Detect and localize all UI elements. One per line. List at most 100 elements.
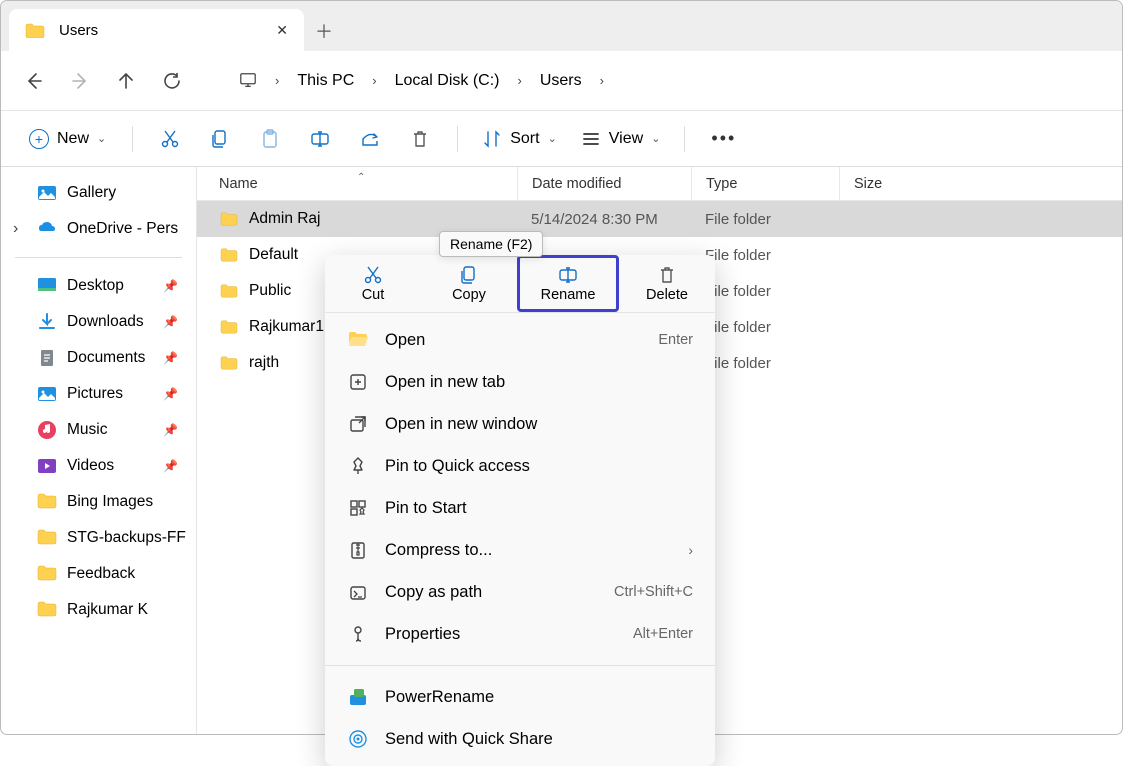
sidebar-item[interactable]: Downloads📌 — [1, 304, 196, 340]
rename-button[interactable] — [299, 118, 341, 160]
context-copy-button[interactable]: Copy — [421, 255, 517, 312]
pin-start-icon — [347, 497, 369, 519]
menu-item-folder-open[interactable]: OpenEnter — [325, 319, 715, 361]
navbar: › This PC › Local Disk (C:) › Users › — [1, 51, 1122, 111]
sidebar: GalleryOneDrive - Pers Desktop📌Downloads📌… — [1, 167, 197, 734]
new-tab-icon — [347, 371, 369, 393]
folder-open-icon — [347, 329, 369, 351]
folder-icon — [219, 355, 239, 371]
delete-button[interactable] — [399, 118, 441, 160]
chevron-icon[interactable]: › — [594, 73, 610, 88]
folder-icon — [37, 600, 57, 620]
onedrive-icon — [37, 219, 57, 239]
pin-icon: 📌 — [163, 423, 178, 437]
menu-item-compress[interactable]: Compress to...› — [325, 529, 715, 571]
address-bar[interactable]: › This PC › Local Disk (C:) › Users › — [237, 66, 610, 96]
this-pc-icon — [237, 72, 259, 90]
pin-icon: 📌 — [163, 351, 178, 365]
file-row[interactable]: Admin Raj5/14/2024 8:30 PMFile folder — [197, 201, 1122, 237]
copy-button[interactable] — [199, 118, 241, 160]
refresh-button[interactable] — [151, 60, 193, 102]
folder-icon — [219, 247, 239, 263]
folder-icon — [219, 211, 239, 227]
menu-item-properties[interactable]: PropertiesAlt+Enter — [325, 613, 715, 655]
folder-icon — [25, 22, 45, 38]
menu-item-quickshare[interactable]: Send with Quick Share — [325, 718, 715, 760]
sidebar-item[interactable]: Gallery — [1, 175, 196, 211]
menu-item-new-tab[interactable]: Open in new tab — [325, 361, 715, 403]
folder-icon — [37, 528, 57, 548]
column-headers: Name⌃ Date modified Type Size — [197, 167, 1122, 201]
sidebar-item[interactable]: Music📌 — [1, 412, 196, 448]
view-button[interactable]: View ⌄ — [573, 123, 669, 155]
copy-path-icon — [347, 581, 369, 603]
pin-icon — [347, 455, 369, 477]
context-delete-button[interactable]: Delete — [619, 255, 715, 312]
menu-item-pin-start[interactable]: Pin to Start — [325, 487, 715, 529]
sidebar-item[interactable]: Documents📌 — [1, 340, 196, 376]
toolbar: + New ⌄ Sort ⌄ View ⌄ ••• — [1, 111, 1122, 167]
paste-button[interactable] — [249, 118, 291, 160]
menu-item-powerrename[interactable]: PowerRename — [325, 676, 715, 718]
new-tab-button[interactable]: ＋ — [304, 11, 344, 51]
music-icon — [37, 420, 57, 440]
sidebar-item[interactable]: Bing Images — [1, 484, 196, 520]
context-menu: CutCopyRenameDelete OpenEnterOpen in new… — [325, 255, 715, 766]
gallery-icon — [37, 183, 57, 203]
new-window-icon — [347, 413, 369, 435]
pin-icon: 📌 — [163, 315, 178, 329]
sort-indicator-icon: ⌃ — [357, 172, 365, 183]
sort-button[interactable]: Sort ⌄ — [474, 123, 565, 155]
menu-item-new-window[interactable]: Open in new window — [325, 403, 715, 445]
sidebar-item[interactable]: Feedback — [1, 556, 196, 592]
sidebar-item[interactable]: Desktop📌 — [1, 268, 196, 304]
sidebar-item[interactable]: Rajkumar K — [1, 592, 196, 628]
more-button[interactable]: ••• — [701, 128, 746, 149]
pin-icon: 📌 — [163, 459, 178, 473]
folder-icon — [37, 564, 57, 584]
column-name[interactable]: Name⌃ — [197, 176, 517, 192]
share-button[interactable] — [349, 118, 391, 160]
context-rename-button[interactable]: Rename — [517, 255, 619, 312]
chevron-icon[interactable]: › — [366, 73, 382, 88]
menu-item-pin[interactable]: Pin to Quick access — [325, 445, 715, 487]
cut-button[interactable] — [149, 118, 191, 160]
breadcrumb-segment[interactable]: Users — [532, 66, 590, 96]
videos-icon — [37, 456, 57, 476]
pictures-icon — [37, 384, 57, 404]
back-button[interactable] — [13, 60, 55, 102]
up-button[interactable] — [105, 60, 147, 102]
chevron-down-icon: ⌄ — [548, 132, 557, 145]
forward-button[interactable] — [59, 60, 101, 102]
chevron-icon[interactable]: › — [269, 73, 285, 88]
pin-icon: 📌 — [163, 387, 178, 401]
sidebar-item[interactable]: STG-backups-FF — [1, 520, 196, 556]
properties-icon — [347, 623, 369, 645]
column-type[interactable]: Type — [691, 167, 839, 200]
downloads-icon — [37, 312, 57, 332]
desktop-icon — [37, 276, 57, 296]
sidebar-item[interactable]: Pictures📌 — [1, 376, 196, 412]
powerrename-icon — [347, 686, 369, 708]
documents-icon — [37, 348, 57, 368]
column-size[interactable]: Size — [839, 167, 882, 200]
titlebar: Users ✕ ＋ — [1, 1, 1122, 51]
column-date[interactable]: Date modified — [517, 167, 691, 200]
plus-icon: + — [29, 129, 49, 149]
compress-icon — [347, 539, 369, 561]
tab-title: Users — [59, 22, 276, 39]
folder-icon — [219, 283, 239, 299]
context-cut-button[interactable]: Cut — [325, 255, 421, 312]
chevron-down-icon: ⌄ — [97, 132, 106, 145]
chevron-down-icon: ⌄ — [651, 132, 660, 145]
sidebar-item[interactable]: Videos📌 — [1, 448, 196, 484]
breadcrumb-segment[interactable]: Local Disk (C:) — [387, 66, 508, 96]
sidebar-item[interactable]: OneDrive - Pers — [1, 211, 196, 247]
breadcrumb-segment[interactable]: This PC — [289, 66, 362, 96]
menu-item-copy-path[interactable]: Copy as pathCtrl+Shift+C — [325, 571, 715, 613]
chevron-icon[interactable]: › — [512, 73, 528, 88]
active-tab[interactable]: Users ✕ — [9, 9, 304, 51]
new-button[interactable]: + New ⌄ — [19, 123, 116, 155]
rename-tooltip: Rename (F2) — [439, 231, 543, 257]
close-tab-button[interactable]: ✕ — [276, 22, 288, 39]
